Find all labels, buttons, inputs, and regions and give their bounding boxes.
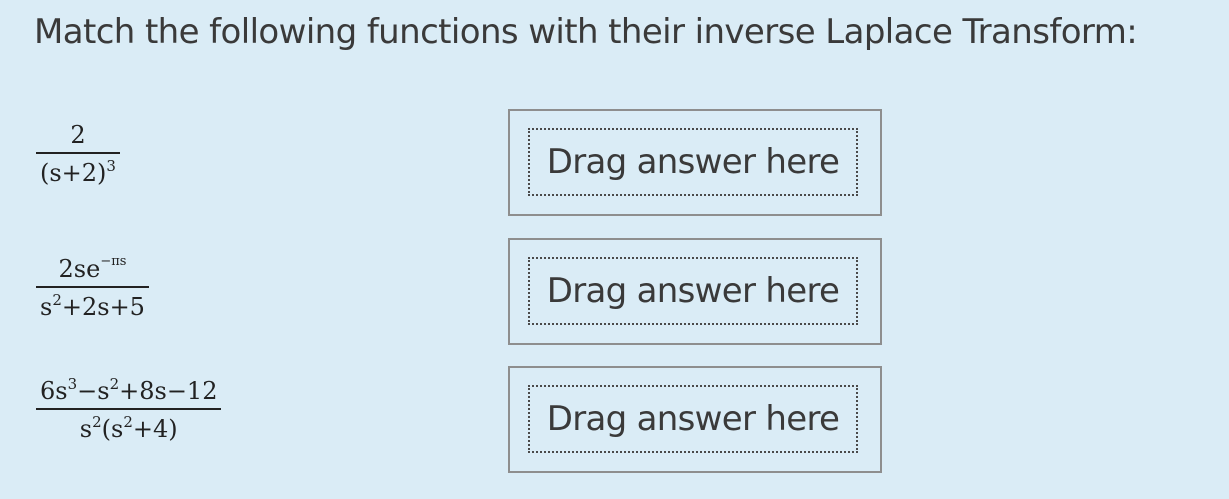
- function-2-numerator-text: 2se: [58, 255, 101, 283]
- drop-zone-1[interactable]: Drag answer here: [508, 109, 882, 216]
- function-3-numerator-exponent-b: 2: [109, 375, 120, 393]
- function-3: 6s3−s2+8s−12 s2(s2+4): [36, 376, 222, 444]
- function-2-denominator: s2+2s+5: [36, 288, 149, 322]
- drop-target-3[interactable]: Drag answer here: [528, 385, 858, 453]
- function-2-numerator: 2se−πs: [55, 254, 131, 286]
- function-2-numerator-exponent: −πs: [100, 254, 127, 269]
- drop-zone-label: Drag answer here: [546, 142, 840, 182]
- drop-target-2[interactable]: Drag answer here: [528, 257, 858, 325]
- function-3-numerator-text-c: +8s−12: [119, 377, 218, 405]
- function-3-denominator-exponent-b: 2: [123, 413, 133, 431]
- function-3-denominator-text-a: s: [79, 415, 93, 443]
- function-3-denominator: s2(s2+4): [76, 410, 182, 444]
- function-3-numerator: 6s3−s2+8s−12: [36, 376, 221, 408]
- function-3-denominator-text-c: +4): [132, 415, 178, 443]
- question-text: Match the following functions with their…: [34, 12, 1138, 52]
- function-3-numerator-text-b: −s: [77, 377, 110, 405]
- function-1-denominator: (s+2)3: [36, 154, 120, 188]
- function-1-numerator-text: 2: [70, 121, 86, 149]
- function-1-numerator: 2: [66, 120, 89, 152]
- function-2-denominator-text-a: s: [40, 293, 53, 321]
- drop-zone-2[interactable]: Drag answer here: [508, 238, 882, 345]
- drop-zone-label: Drag answer here: [546, 271, 840, 311]
- drop-zone-3[interactable]: Drag answer here: [508, 366, 882, 473]
- function-2: 2se−πs s2+2s+5: [36, 254, 149, 322]
- function-2-denominator-text-b: +2s+5: [61, 293, 145, 321]
- function-3-numerator-exponent-a: 3: [67, 375, 78, 393]
- function-1: 2 (s+2)3: [36, 120, 120, 188]
- function-3-numerator-text-a: 6s: [40, 377, 68, 405]
- function-1-denominator-text: (s+2): [40, 159, 107, 187]
- function-3-denominator-exponent-a: 2: [92, 413, 102, 431]
- drop-zone-label: Drag answer here: [546, 399, 840, 439]
- function-1-denominator-exponent: 3: [106, 157, 116, 175]
- function-3-denominator-text-b: (s: [101, 415, 124, 443]
- function-2-denominator-exponent: 2: [52, 291, 62, 309]
- drop-target-1[interactable]: Drag answer here: [528, 128, 858, 196]
